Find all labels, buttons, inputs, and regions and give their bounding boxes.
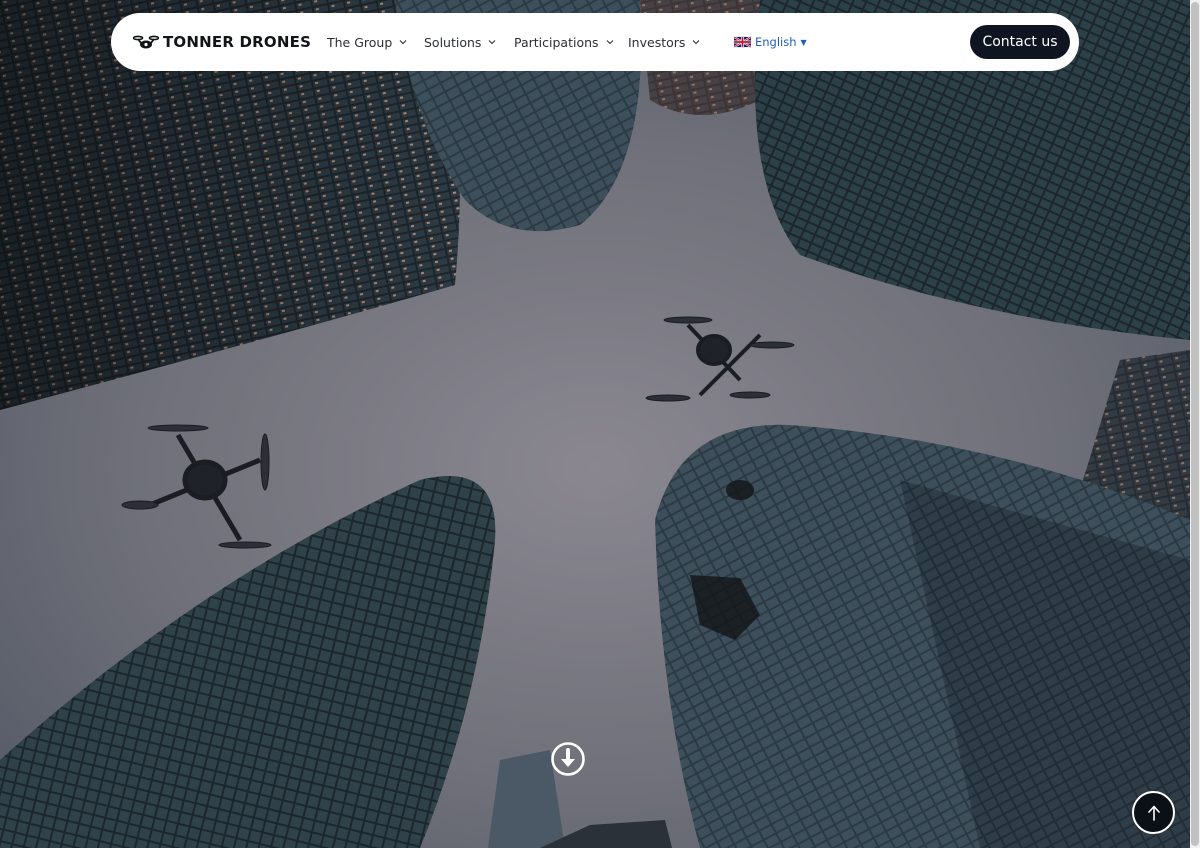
arrow-down-circle-icon <box>551 742 585 776</box>
nav-item-label: Investors <box>628 34 686 50</box>
brand-name: TONNER DRONES <box>163 33 312 51</box>
language-selector[interactable]: English ▼ <box>734 34 807 50</box>
nav-item-participations[interactable]: Participations <box>514 33 614 51</box>
nav-item-label: The Group <box>327 34 393 50</box>
chevron-down-icon <box>399 40 407 45</box>
arrow-up-icon <box>1147 805 1160 821</box>
scrollbar-thumb[interactable] <box>1191 2 1199 846</box>
language-label: English <box>755 35 797 49</box>
caret-down-icon: ▼ <box>800 37 807 47</box>
scroll-down-button[interactable] <box>551 742 585 776</box>
chevron-down-icon <box>489 40 496 45</box>
chevron-down-icon <box>693 40 700 45</box>
hero-background <box>0 0 1190 848</box>
nav-item-label: Solutions <box>424 34 482 50</box>
top-navbar: TONNER DRONES The Group Solutions Partic… <box>111 13 1079 71</box>
nav-item-solutions[interactable]: Solutions <box>424 33 496 51</box>
drone-logo-icon <box>133 35 159 49</box>
skyscrapers-drones-image <box>0 0 1190 848</box>
nav-item-investors[interactable]: Investors <box>628 33 700 51</box>
chevron-down-icon <box>606 40 613 45</box>
back-to-top-button[interactable] <box>1132 791 1175 834</box>
uk-flag-icon <box>734 36 751 48</box>
nav-item-the-group[interactable]: The Group <box>327 33 407 51</box>
contact-us-button[interactable]: Contact us <box>970 25 1070 59</box>
nav-item-label: Participations <box>514 34 599 50</box>
brand-logo[interactable]: TONNER DRONES <box>133 32 311 52</box>
